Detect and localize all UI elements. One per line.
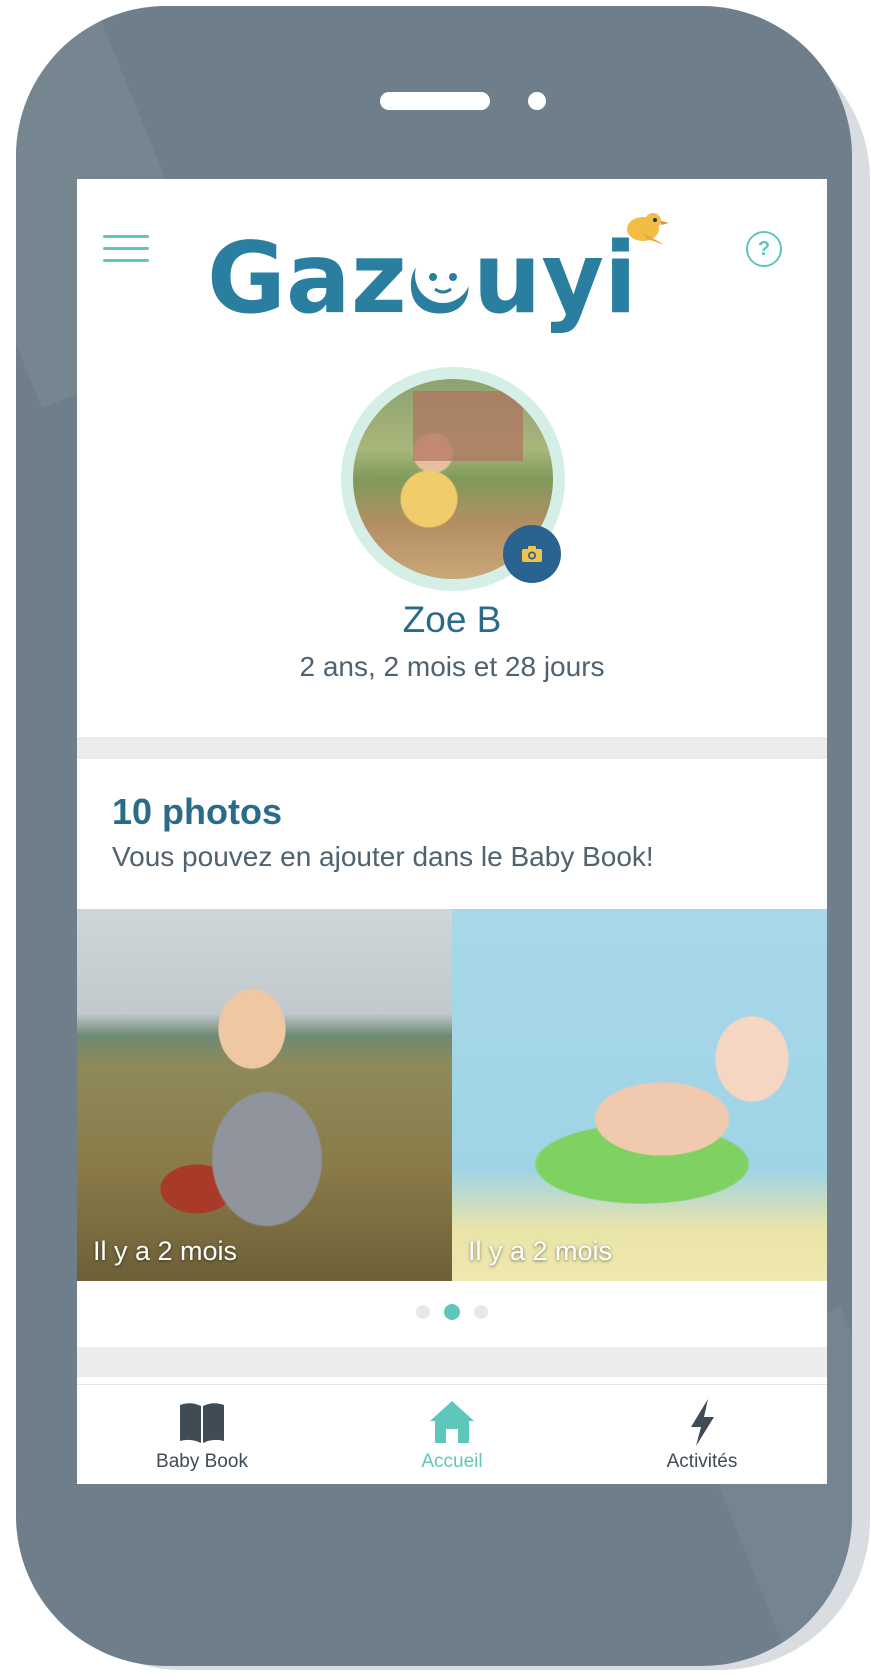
section-divider: [77, 1347, 827, 1377]
camera-icon: [522, 546, 542, 562]
child-name: Zoe B: [402, 599, 502, 640]
photos-count-title: 10 photos: [112, 791, 283, 832]
pagination-dot[interactable]: [474, 1305, 488, 1319]
pagination-dot[interactable]: [416, 1305, 430, 1319]
photo-carousel[interactable]: Il y a 2 mois Il y a 2 mois: [77, 909, 827, 1281]
phone-frame: Gazouyi ? Zoe B 2 ans: [16, 6, 852, 1666]
help-icon[interactable]: ?: [746, 231, 782, 267]
tab-baby-book[interactable]: Baby Book: [77, 1385, 327, 1484]
phone-speaker: [380, 92, 490, 110]
section-divider: [77, 737, 827, 759]
child-age: 2 ans, 2 mois et 28 jours: [299, 651, 605, 682]
phone-front-camera: [528, 92, 546, 110]
bottom-tab-bar: Baby Book Accueil Activités: [77, 1384, 827, 1484]
change-photo-button[interactable]: [503, 525, 561, 583]
tab-label: Baby Book: [156, 1451, 248, 1472]
pagination-dot-active[interactable]: [444, 1304, 460, 1320]
book-icon: [180, 1403, 224, 1443]
carousel-pagination: [77, 1304, 827, 1324]
tab-activites[interactable]: Activités: [577, 1385, 827, 1484]
gazouyi-logo: Gazouyi: [207, 213, 669, 336]
photo-card[interactable]: Il y a 2 mois: [77, 909, 452, 1281]
home-icon: [430, 1401, 474, 1443]
tab-label: Activités: [666, 1451, 738, 1472]
lightning-icon: [691, 1399, 714, 1446]
tab-accueil[interactable]: Accueil: [327, 1385, 577, 1484]
tab-label: Accueil: [421, 1451, 483, 1472]
photos-subtitle: Vous pouvez en ajouter dans le Baby Book…: [112, 841, 654, 872]
photo-date-label: Il y a 2 mois: [468, 1236, 613, 1266]
menu-icon[interactable]: [103, 235, 149, 265]
app-screen: Gazouyi ? Zoe B 2 ans: [77, 179, 827, 1484]
photo-card[interactable]: Il y a 2 mois: [452, 909, 827, 1281]
photo-date-label: Il y a 2 mois: [93, 1236, 238, 1266]
